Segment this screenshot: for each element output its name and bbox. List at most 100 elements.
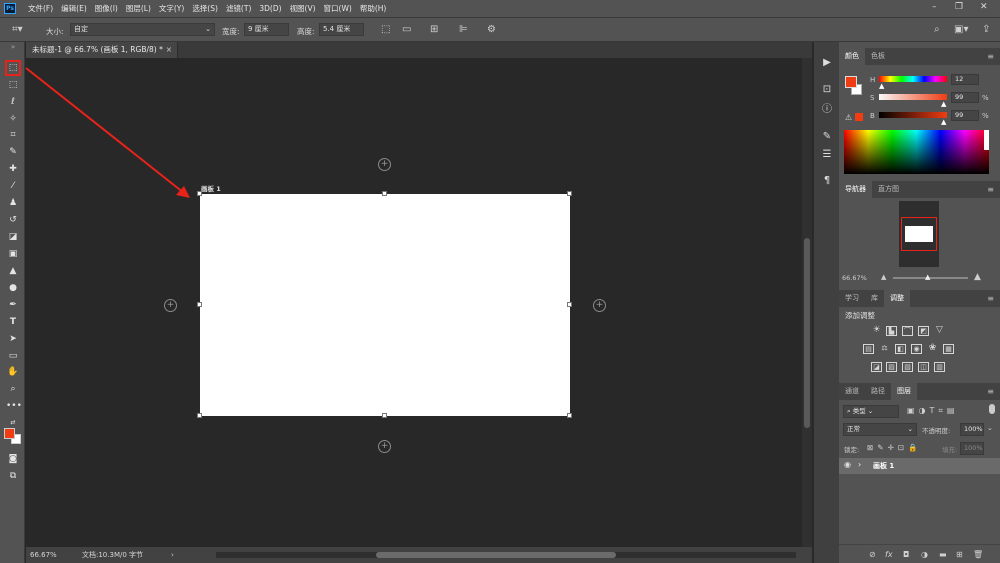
panel-menu-icon[interactable]: ≡ [987, 383, 994, 400]
layer-name[interactable]: 画板 1 [873, 461, 894, 471]
curves-icon[interactable]: ⌒ [902, 326, 913, 336]
tab-libraries[interactable]: 库 [865, 290, 884, 307]
layer-filter-icons[interactable]: ▣◑T⌗▤ [907, 406, 959, 416]
navigator-zoom-thumb-icon[interactable]: ▲ [925, 273, 930, 281]
lock-label: 锁定: [844, 446, 860, 454]
horizontal-scrollbar[interactable] [216, 552, 796, 558]
layer-filter-select[interactable]: ⌕ 类型 ⌄ [843, 405, 899, 418]
b-unit: % [982, 112, 989, 120]
layer-row-artboard[interactable]: ◉ › 画板 1 [839, 458, 1000, 474]
paragraph-icon[interactable]: ¶ [820, 174, 834, 187]
selective-color-icon[interactable]: ◫ [918, 362, 929, 372]
threshold-icon[interactable]: ▧ [902, 362, 913, 372]
vertical-scroll-thumb[interactable] [804, 238, 810, 428]
tab-adjustments[interactable]: 调整 [884, 290, 910, 307]
saturation-slider[interactable] [879, 94, 947, 100]
color-lookup-icon[interactable]: ▦ [943, 344, 954, 354]
zoom-out-mountain-icon[interactable]: ▲ [881, 273, 886, 281]
channel-mixer-icon[interactable]: ❀ [927, 344, 938, 354]
photo-filter-icon[interactable]: ◉ [911, 344, 922, 354]
fx-icon[interactable]: fx [885, 550, 893, 559]
brush-settings-icon[interactable]: ✎ [820, 130, 834, 143]
color-spectrum-ramp[interactable] [844, 130, 989, 174]
vibrance-icon[interactable]: ▽ [934, 326, 945, 336]
gradient-map-icon[interactable]: ▥ [934, 362, 945, 372]
panel-menu-icon[interactable]: ≡ [987, 48, 994, 65]
navigator-view-box[interactable] [901, 217, 937, 251]
color-panel-tabs: 颜色 色板 ≡ [839, 48, 1000, 65]
invert-icon[interactable]: ◪ [871, 362, 882, 372]
navigator-zoom[interactable]: 66.67% [842, 274, 867, 282]
blend-mode-select[interactable]: 正常 ⌄ [843, 423, 917, 436]
vertical-scrollbar[interactable] [802, 58, 812, 547]
opacity-dropdown-icon[interactable]: ⌄ [987, 424, 993, 432]
filter-toggle[interactable] [989, 404, 995, 414]
white-swatch[interactable] [984, 130, 989, 150]
adjustments-panel-tabs: 学习 库 调整 ≡ [839, 290, 1000, 307]
play-icon[interactable]: ▶ [820, 56, 834, 69]
blend-mode-value: 正常 [847, 425, 860, 433]
foreground-color-chip[interactable] [845, 76, 857, 88]
h-value-input[interactable]: 12 [951, 74, 979, 85]
panel-menu-icon[interactable]: ≡ [987, 181, 994, 198]
b-value-input[interactable]: 99 [951, 110, 979, 121]
gamut-warning-icon[interactable]: ⚠ [845, 113, 852, 122]
hue-slider-thumb-icon[interactable]: ▲ [879, 82, 884, 90]
panel-menu-icon[interactable]: ≡ [987, 290, 994, 307]
add-adjustment-title: 添加调整 [845, 311, 875, 320]
hue-slider[interactable] [879, 76, 947, 82]
brightness-slider-thumb-icon[interactable]: ▲ [941, 118, 946, 126]
status-bar: 66.67% 文档:10.3M/0 字节 › [26, 547, 812, 563]
navigator-zoom-slider[interactable] [893, 277, 968, 279]
panel-icon-strip: ▶ ⊡ ⓘ ✎ ☰ ¶ [813, 42, 839, 563]
tab-navigator[interactable]: 导航器 [839, 181, 872, 198]
disclosure-chevron-icon[interactable]: › [858, 460, 861, 469]
exposure-icon[interactable]: ◩ [918, 326, 929, 336]
tab-swatches[interactable]: 色板 [865, 48, 891, 65]
hue-saturation-icon[interactable]: ▤ [863, 344, 874, 354]
adjustment-layer-icon[interactable]: ◑ [921, 550, 928, 559]
levels-icon[interactable]: ▙ [886, 326, 897, 336]
tab-learn[interactable]: 学习 [839, 290, 865, 307]
layers-panel-tabs: 通道 路径 图层 ≡ [839, 383, 1000, 400]
history-icon[interactable]: ⊡ [820, 83, 834, 96]
right-panel-dock: 颜色 色板 ≡ ⚠ H ▲ 12 S ▲ 99 % B ▲ 99 % 导航器 直… [839, 42, 1000, 563]
add-mask-icon[interactable]: ◘ [903, 550, 909, 559]
tab-histogram[interactable]: 直方图 [872, 181, 905, 198]
info-icon[interactable]: ⓘ [820, 103, 834, 116]
posterize-icon[interactable]: ▨ [886, 362, 897, 372]
eye-visibility-icon[interactable]: ◉ [844, 460, 851, 469]
tab-color[interactable]: 颜色 [839, 48, 865, 65]
navigator-artboard-preview [905, 226, 933, 242]
opacity-label: 不透明度: [922, 427, 951, 435]
new-group-icon[interactable]: ▬ [939, 550, 947, 559]
delete-layer-icon[interactable]: 🗑 [973, 550, 983, 559]
new-layer-icon[interactable]: ⊞ [956, 550, 963, 559]
horizontal-scroll-thumb[interactable] [376, 552, 616, 558]
properties-icon[interactable]: ☰ [820, 148, 834, 161]
saturation-slider-thumb-icon[interactable]: ▲ [941, 100, 946, 108]
black-white-icon[interactable]: ◧ [895, 344, 906, 354]
color-balance-icon[interactable]: ⚖ [879, 344, 890, 354]
fill-input[interactable]: 100% [960, 442, 984, 455]
status-menu-arrow[interactable]: › [171, 547, 174, 563]
link-layers-icon[interactable]: ⊘ [869, 550, 876, 559]
s-value-input[interactable]: 99 [951, 92, 979, 103]
s-unit: % [982, 94, 989, 102]
layers-footer: ⊘ fx ◘ ◑ ▬ ⊞ 🗑 [839, 544, 1000, 563]
zoom-in-mountain-icon[interactable]: ▲ [974, 272, 981, 282]
brightness-contrast-icon[interactable]: ☀ [871, 326, 882, 336]
b-label: B [870, 112, 875, 120]
tab-paths[interactable]: 路径 [865, 383, 891, 400]
fill-label: 填充: [942, 446, 958, 454]
tab-layers[interactable]: 图层 [891, 383, 917, 400]
status-zoom[interactable]: 66.67% [30, 547, 57, 563]
navigator-panel-tabs: 导航器 直方图 ≡ [839, 181, 1000, 198]
opacity-input[interactable]: 100% [960, 423, 984, 436]
brightness-slider[interactable] [879, 112, 947, 118]
navigator-thumbnail[interactable] [899, 201, 939, 267]
gamut-color-chip[interactable] [855, 113, 863, 121]
tab-channels[interactable]: 通道 [839, 383, 865, 400]
s-label: S [870, 94, 875, 102]
lock-icons[interactable]: ⊠✎✛⊡🔒 [867, 443, 921, 452]
